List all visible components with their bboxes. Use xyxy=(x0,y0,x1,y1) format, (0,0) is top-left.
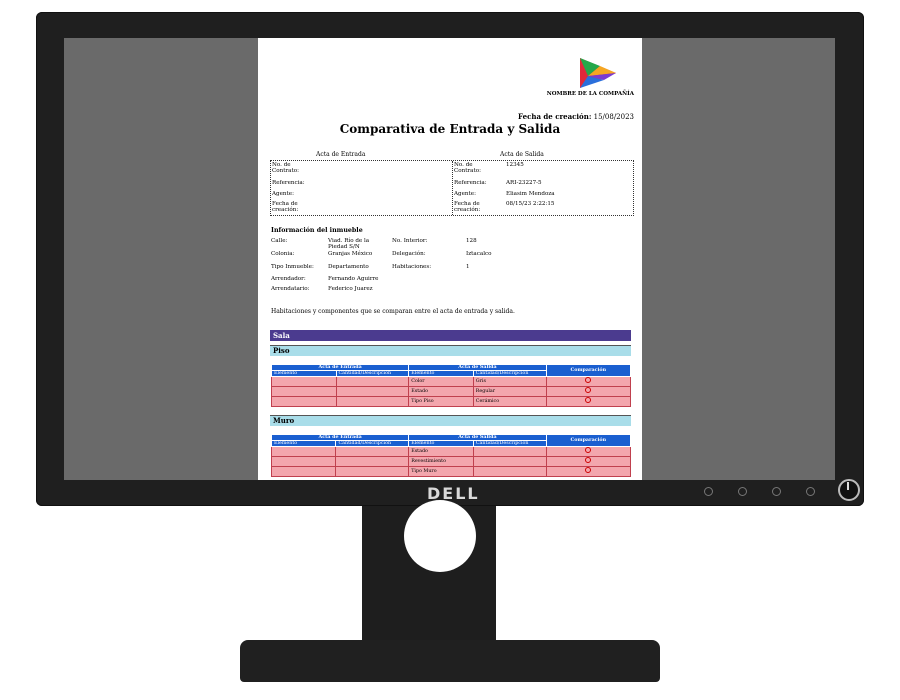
salida-elemento: Tipo Muro xyxy=(408,466,474,477)
table-header-comparacion: Comparación xyxy=(545,434,632,447)
salida-referencia-value: ARI-23227-5 xyxy=(506,180,542,186)
company-logo-icon xyxy=(580,58,616,88)
monitor-button-4[interactable] xyxy=(806,487,815,496)
section-muro-bar: Muro xyxy=(270,415,631,426)
entrada-contrato-label: No. de Contrato: xyxy=(272,162,300,174)
salida-agente-label: Agente: xyxy=(454,191,476,197)
stand-cable-hole xyxy=(404,500,476,572)
creation-date-label: Fecha de creación: xyxy=(518,112,592,121)
salida-elemento: Revestimiento xyxy=(408,456,474,467)
no-interior-label: No. Interior: xyxy=(392,238,428,244)
monitor-button-2[interactable] xyxy=(738,487,747,496)
salida-elemento: Tipo Piso xyxy=(408,396,474,407)
salida-agente-value: Eliasim Mendoza xyxy=(506,191,555,197)
comparison-circle-icon xyxy=(585,387,592,393)
comparison-circle-icon xyxy=(585,457,592,463)
room-title-bar: Sala xyxy=(270,330,631,341)
tipo-inmueble-label: Tipo Inmueble: xyxy=(271,264,314,270)
comparison-circle-icon xyxy=(585,377,592,383)
salida-fecha-value: 08/15/23 2:22:15 xyxy=(506,201,555,207)
delegacion-label: Delegación: xyxy=(392,251,426,257)
arrendatario-label: Arrendatario: xyxy=(271,286,310,292)
calle-label: Calle: xyxy=(271,238,288,244)
salida-referencia-label: Referencia: xyxy=(454,180,487,186)
inmueble-heading: Información del inmueble xyxy=(271,227,363,234)
comparison-note: Habitaciones y componentes que se compar… xyxy=(271,308,515,315)
acta-salida-heading: Acta de Salida xyxy=(500,151,544,158)
no-interior-value: 128 xyxy=(466,238,477,244)
table-header-comparacion: Comparación xyxy=(545,364,632,377)
table-row: Color Gris xyxy=(271,376,632,387)
acta-info-box: No. de Contrato: Referencia: Agente: Fec… xyxy=(270,160,634,216)
salida-descripcion xyxy=(472,466,547,477)
table-row: Estado Regular xyxy=(271,386,632,397)
colonia-value: Granjas México xyxy=(328,251,373,257)
salida-elemento: Estado xyxy=(408,446,474,457)
salida-contrato-value: 12345 xyxy=(506,162,524,168)
power-button-icon[interactable] xyxy=(838,479,860,501)
calle-value: Viad. Río de la Piedad S/N xyxy=(328,238,370,250)
salida-elemento: Estado xyxy=(408,386,474,397)
entrada-agente-label: Agente: xyxy=(272,191,294,197)
habitaciones-value: 1 xyxy=(466,264,470,270)
colonia-label: Colonia: xyxy=(271,251,295,257)
habitaciones-label: Habitaciones: xyxy=(392,264,432,270)
salida-contrato-label: No. de Contrato: xyxy=(454,162,482,174)
table-row: Tipo Piso Cerámico xyxy=(271,396,632,407)
brand-logo: DELL xyxy=(427,484,480,503)
comparison-circle-icon xyxy=(585,467,592,473)
salida-descripcion: Gris xyxy=(472,376,547,387)
salida-fecha-label: Fecha de creación: xyxy=(454,201,481,213)
entrada-referencia-label: Referencia: xyxy=(272,180,305,186)
monitor-button-1[interactable] xyxy=(704,487,713,496)
arrendatario-value: Federico Juarez xyxy=(328,286,373,292)
section-piso-bar: Piso xyxy=(270,345,631,356)
salida-elemento: Color xyxy=(408,376,474,387)
table-row: Estado xyxy=(270,446,632,457)
monitor-stand-base xyxy=(240,640,660,682)
arrendador-value: Fernando Aguirre xyxy=(328,276,379,282)
table-row: Tipo Muro xyxy=(270,466,632,477)
comparison-circle-icon xyxy=(585,447,592,453)
document-title: Comparativa de Entrada y Salida xyxy=(339,122,561,136)
comparison-circle-icon xyxy=(585,397,592,403)
company-name: NOMBRE DE LA COMPAÑÍA xyxy=(546,91,634,97)
monitor-button-3[interactable] xyxy=(772,487,781,496)
document-page[interactable]: NOMBRE DE LA COMPAÑÍA Fecha de creación:… xyxy=(258,38,642,480)
entrada-fecha-label: Fecha de creación: xyxy=(272,201,299,213)
creation-date-value: 15/08/2023 xyxy=(593,113,634,121)
acta-entrada-heading: Acta de Entrada xyxy=(316,151,366,158)
table-row: Revestimiento xyxy=(270,456,632,467)
tipo-inmueble-value: Departamento xyxy=(328,264,369,270)
salida-descripcion: Regular xyxy=(472,386,547,397)
salida-descripcion xyxy=(472,446,547,457)
box-divider xyxy=(452,161,453,215)
arrendador-label: Arrendador: xyxy=(271,276,306,282)
salida-descripcion: Cerámico xyxy=(472,396,547,407)
piso-comparison-table: Acta de Entrada Acta de Salida Comparaci… xyxy=(270,364,632,407)
creation-date: Fecha de creación: 15/08/2023 xyxy=(518,112,634,121)
muro-comparison-table: Acta de Entrada Acta de Salida Comparaci… xyxy=(270,434,632,477)
salida-descripcion xyxy=(472,456,547,467)
delegacion-value: Iztacalco xyxy=(466,251,492,257)
